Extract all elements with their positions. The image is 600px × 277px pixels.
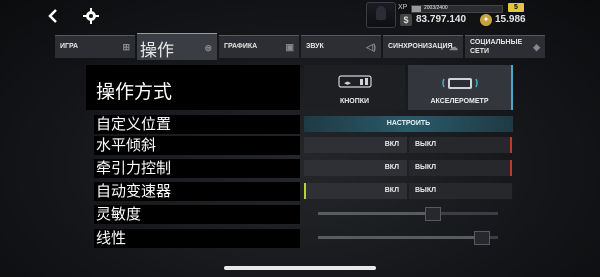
svg-text:◂▸: ◂▸ (344, 80, 352, 87)
phone-tilt-icon (408, 73, 511, 96)
tab-sound[interactable]: ЗВУК ◁) (301, 35, 381, 58)
off-marker (510, 137, 512, 153)
traction-control-off-button[interactable]: ВЫКЛ (409, 160, 512, 176)
on-marker (304, 183, 306, 199)
steering-icon: ⊜ (204, 43, 212, 53)
cloud-icon: ☁ (449, 42, 458, 52)
tab-label: СОЦИАЛЬНЫЕ СЕТИ (470, 39, 523, 55)
off-marker (510, 160, 512, 176)
sensitivity-label: 灵敏度 (94, 205, 300, 224)
money-icon: $ (400, 14, 412, 26)
mode-accelerometer-option[interactable]: АКСЕЛЕРОМЕТР (408, 65, 513, 110)
tab-label: СИНХРОНИЗАЦИЯ (388, 43, 453, 50)
xp-label: XP (398, 4, 408, 11)
horizontal-tilt-off-button[interactable]: ВЫКЛ (409, 137, 512, 153)
buttons-control-icon: ◂▸ (304, 73, 405, 92)
linearity-slider-fill (318, 236, 474, 239)
chevron-left-icon (48, 9, 57, 23)
xp-progress-text: 2003/2400 (424, 5, 448, 11)
toggle-off-label: ВЫКЛ (415, 164, 437, 171)
home-indicator (224, 266, 376, 270)
mode-buttons-option[interactable]: ◂▸ КНОПКИ (304, 65, 405, 110)
tab-label: ЗВУК (306, 43, 324, 50)
money-value: 83.797.140 (416, 14, 467, 25)
xp-progress-bar: 2003/2400 (411, 5, 503, 13)
mode-accelerometer-label: АКСЕЛЕРОМЕТР (430, 98, 489, 105)
horizontal-tilt-label: 水平倾斜 (94, 136, 300, 155)
gold-icon: ✦ (480, 14, 492, 26)
auto-transmission-off-button[interactable]: ВЫКЛ (409, 183, 512, 199)
mode-buttons-label: КНОПКИ (339, 98, 370, 105)
tab-controls[interactable]: 操作 ⊜ (137, 33, 217, 60)
control-mode-row: 操作方式 (86, 65, 300, 110)
gamepad-icon: ⊞ (122, 42, 130, 52)
speaker-icon: ◁) (366, 42, 376, 52)
tab-social[interactable]: СОЦИАЛЬНЫЕ СЕТИ ◈ (465, 35, 545, 58)
tab-label: ИГРА (60, 43, 79, 50)
tab-sync[interactable]: СИНХРОНИЗАЦИЯ ☁ (383, 35, 463, 58)
toggle-on-label: ВКЛ (384, 187, 399, 194)
sensitivity-slider-track[interactable] (318, 212, 498, 215)
linearity-label: 线性 (94, 229, 300, 248)
sensitivity-slider-fill (318, 212, 425, 215)
share-icon: ◈ (533, 42, 540, 52)
traction-control-label: 牵引力控制 (94, 159, 300, 178)
gear-icon (83, 8, 99, 24)
toggle-off-label: ВЫКЛ (415, 187, 437, 194)
traction-control-on-button[interactable]: ВКЛ (304, 160, 407, 176)
toggle-on-label: ВКЛ (384, 164, 399, 171)
xp-progress-fill (412, 6, 421, 12)
settings-button[interactable] (80, 5, 102, 27)
linearity-slider-thumb[interactable] (473, 231, 490, 245)
toggle-off-label: ВЫКЛ (415, 141, 437, 148)
auto-transmission-on-button[interactable]: ВКЛ (304, 183, 407, 199)
toggle-on-label: ВКЛ (384, 141, 399, 148)
back-button[interactable] (44, 6, 64, 26)
configure-button[interactable]: НАСТРОИТЬ (304, 116, 513, 132)
gold-value: 15.986 (495, 14, 526, 25)
auto-transmission-label: 自动变速器 (94, 182, 300, 201)
avatar[interactable] (366, 2, 396, 28)
image-icon: ▣ (285, 42, 294, 52)
custom-position-label: 自定义位置 (94, 115, 300, 134)
tab-game[interactable]: ИГРА ⊞ (55, 35, 135, 58)
control-mode-label: 操作方式 (96, 82, 173, 103)
tab-label: ГРАФИКА (224, 43, 258, 50)
linearity-slider-track[interactable] (318, 236, 498, 239)
tab-label: 操作 (140, 41, 174, 60)
sensitivity-slider-thumb[interactable] (424, 207, 441, 221)
horizontal-tilt-on-button[interactable]: ВКЛ (304, 137, 407, 153)
level-badge: 5 (508, 3, 524, 12)
tab-graphics[interactable]: ГРАФИКА ▣ (219, 35, 299, 58)
